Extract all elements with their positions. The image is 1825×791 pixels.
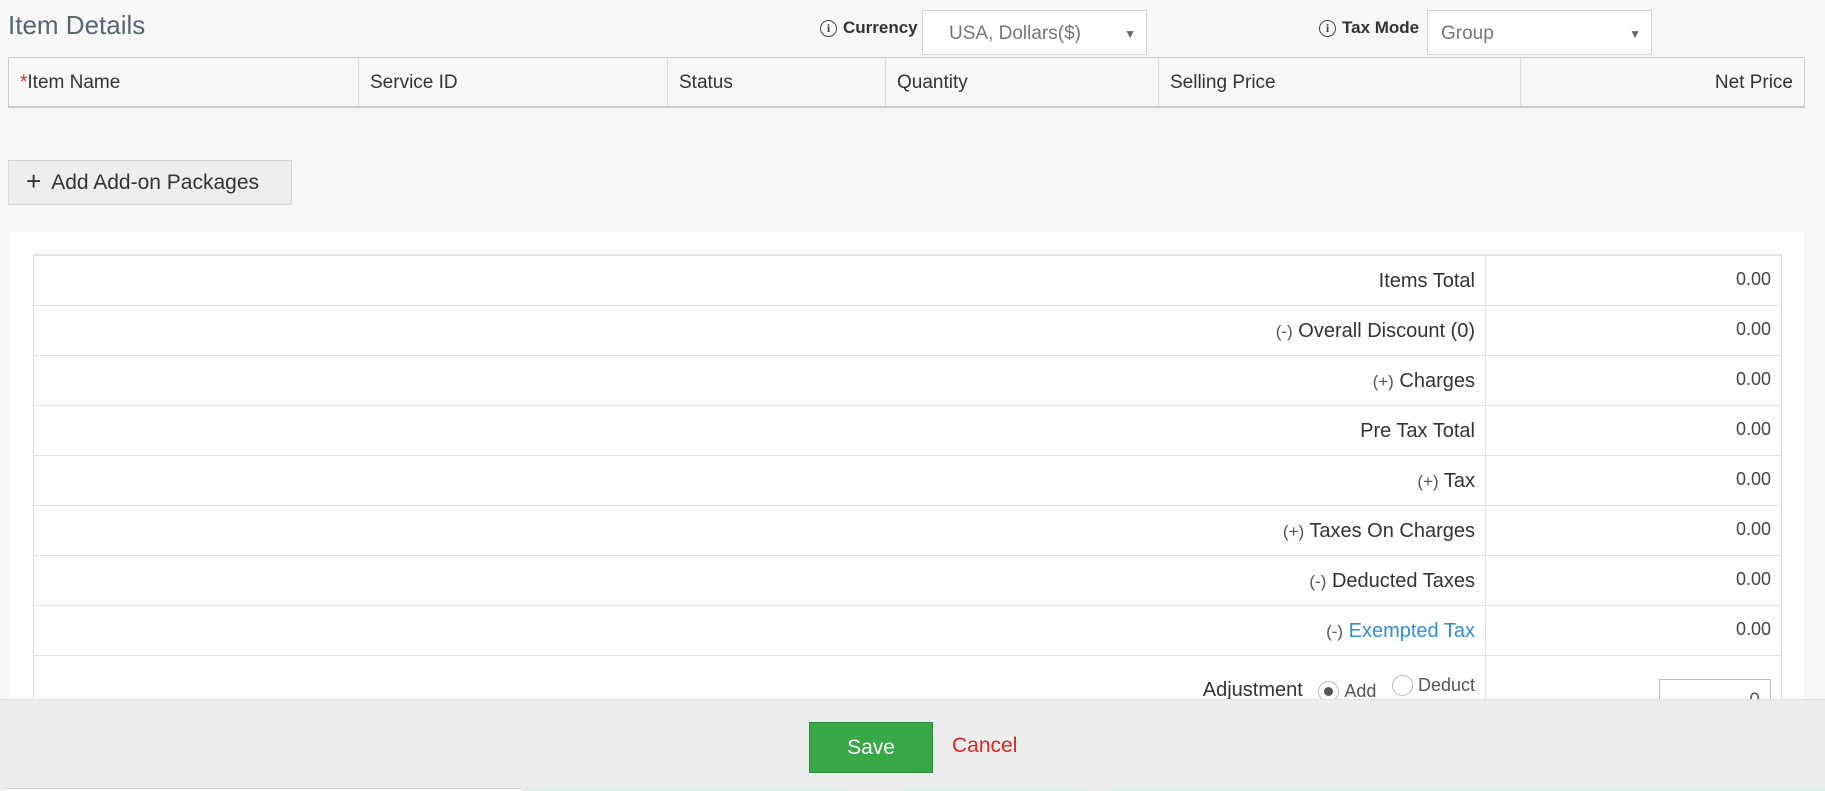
page-title: Item Details xyxy=(8,10,146,40)
taxes-on-charges-label: Taxes On Charges xyxy=(1309,520,1475,542)
items-total-value: 0.00 xyxy=(1735,269,1771,289)
totals-row-exempted-tax: (-) Exempted Tax 0.00 xyxy=(34,606,1781,656)
taxes-on-charges-value: 0.00 xyxy=(1735,519,1771,539)
totals-row-taxes-on-charges: (+) Taxes On Charges 0.00 xyxy=(34,506,1781,556)
chevron-down-icon: ▼ xyxy=(1124,27,1136,41)
adjustment-deduct-option[interactable]: Deduct xyxy=(1391,675,1475,696)
info-icon[interactable]: i xyxy=(820,19,837,37)
column-quantity[interactable]: Quantity xyxy=(886,58,1159,106)
exempted-tax-link[interactable]: Exempted Tax xyxy=(1349,620,1475,642)
adjustment-deduct-radio[interactable] xyxy=(1391,675,1413,696)
totals-row-charges: (+) Charges 0.00 xyxy=(34,356,1781,406)
charges-value: 0.00 xyxy=(1735,369,1771,389)
deducted-taxes-label: Deducted Taxes xyxy=(1331,570,1475,592)
totals-row-pre-tax-total: Pre Tax Total 0.00 xyxy=(34,406,1781,456)
column-status[interactable]: Status xyxy=(668,58,886,106)
tax-value: 0.00 xyxy=(1735,469,1771,489)
chevron-down-icon: ▼ xyxy=(1629,27,1641,41)
tax-label: Tax xyxy=(1443,470,1475,492)
column-item-name[interactable]: *Item Name xyxy=(9,58,359,106)
column-selling-price[interactable]: Selling Price xyxy=(1159,58,1521,106)
totals-row-deducted-taxes: (-) Deducted Taxes 0.00 xyxy=(34,556,1781,606)
deducted-taxes-value: 0.00 xyxy=(1735,569,1771,589)
add-addon-packages-button[interactable]: + Add Add-on Packages xyxy=(8,160,292,205)
save-button[interactable]: Save xyxy=(809,722,933,773)
column-net-price[interactable]: Net Price xyxy=(1521,58,1804,106)
column-service-id[interactable]: Service ID xyxy=(359,58,668,106)
pre-tax-total-value: 0.00 xyxy=(1735,419,1771,439)
pre-tax-total-label: Pre Tax Total xyxy=(1360,420,1475,442)
charges-label: Charges xyxy=(1399,370,1475,392)
items-table-header: *Item Name Service ID Status Quantity Se… xyxy=(8,57,1805,108)
action-footer: Save Cancel xyxy=(0,699,1825,791)
exempted-tax-value: 0.00 xyxy=(1735,619,1771,639)
currency-label: i Currency xyxy=(820,18,918,38)
plus-icon: + xyxy=(26,166,42,196)
totals-table: Items Total 0.00 (-) Overall Discount (0… xyxy=(33,254,1782,721)
totals-row-tax: (+) Tax 0.00 xyxy=(34,456,1781,506)
overall-discount-value: 0.00 xyxy=(1735,319,1771,339)
totals-row-items-total: Items Total 0.00 xyxy=(34,256,1781,306)
tax-mode-label: i Tax Mode xyxy=(1319,18,1419,38)
currency-select[interactable]: USA, Dollars($) ▼ xyxy=(922,10,1147,55)
totals-row-overall-discount: (-) Overall Discount (0) 0.00 xyxy=(34,306,1781,356)
info-icon[interactable]: i xyxy=(1319,19,1336,37)
cancel-button[interactable]: Cancel xyxy=(952,734,1017,758)
adjustment-label: Adjustment xyxy=(1202,679,1303,701)
items-total-label: Items Total xyxy=(1378,270,1475,292)
overall-discount-label: Overall Discount (0) xyxy=(1298,320,1475,342)
tax-mode-select[interactable]: Group ▼ xyxy=(1427,10,1652,55)
